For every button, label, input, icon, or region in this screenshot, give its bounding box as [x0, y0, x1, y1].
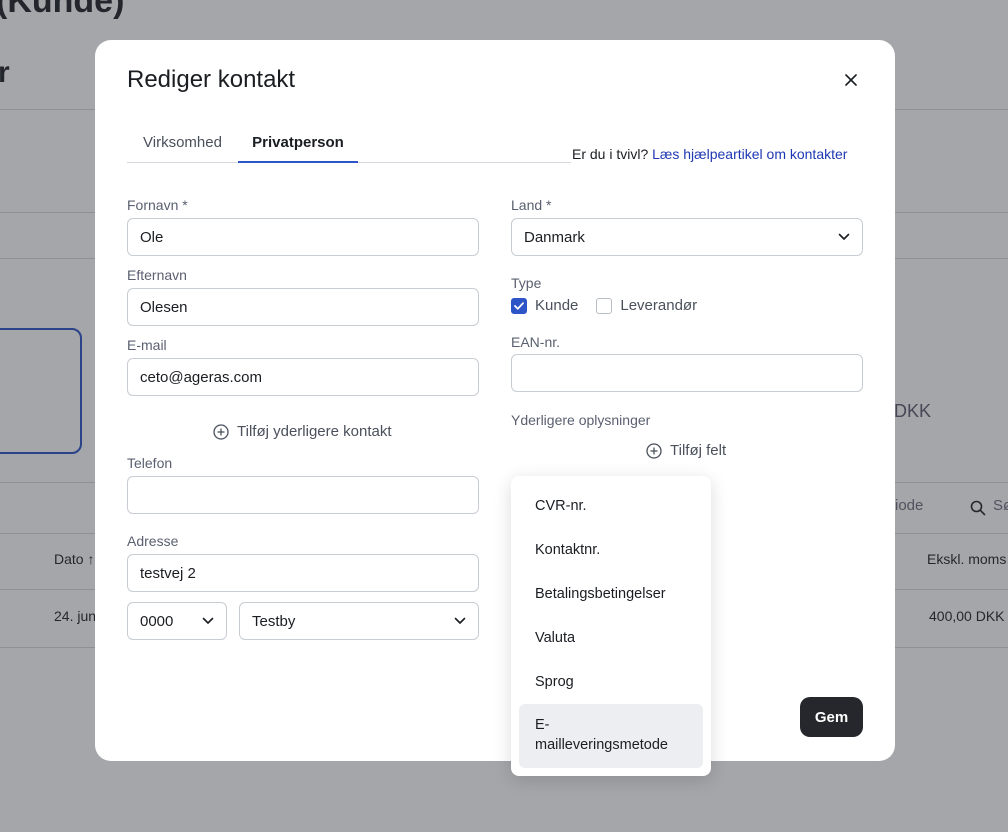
plus-circle-icon [646, 442, 662, 459]
type-options: Kunde Leverandør [511, 297, 697, 314]
dropdown-item-label-line2: mailleveringsmetode [535, 737, 668, 753]
save-button[interactable]: Gem [800, 697, 863, 737]
country-label: Land * [511, 197, 552, 213]
add-field-label: Tilføj felt [670, 442, 727, 459]
chevron-down-icon [838, 233, 850, 240]
plus-circle-icon [213, 423, 229, 440]
zip-select[interactable]: 0000 [127, 602, 227, 640]
city-value: Testby [252, 612, 296, 630]
phone-input[interactable] [127, 476, 479, 514]
email-label: E-mail [127, 337, 167, 353]
extra-info-label: Yderligere oplysninger [511, 412, 651, 428]
country-select[interactable]: Danmark [511, 218, 863, 256]
tab-company[interactable]: Virksomhed [127, 126, 238, 163]
last-name-label: Efternavn [127, 267, 187, 283]
first-name-label: Fornavn * [127, 197, 188, 213]
contact-type-tabs: Virksomhed Privatperson [127, 126, 571, 163]
add-contact-button[interactable]: Tilføj yderligere kontakt [213, 423, 392, 440]
city-select[interactable]: Testby [239, 602, 479, 640]
close-button[interactable] [837, 66, 865, 94]
dropdown-item-email-delivery-method[interactable]: E- mailleveringsmetode [519, 704, 703, 768]
zip-value: 0000 [140, 612, 174, 630]
country-value: Danmark [524, 228, 585, 246]
address-label: Adresse [127, 533, 179, 549]
dropdown-item-language[interactable]: Sprog [519, 672, 703, 692]
dropdown-item-cvr[interactable]: CVR-nr. [519, 496, 703, 516]
dropdown-item-label-line1: E- [535, 717, 550, 733]
address-input[interactable]: testvej 2 [127, 554, 479, 592]
customer-checkbox-label[interactable]: Kunde [535, 297, 578, 314]
close-icon [845, 74, 857, 86]
modal-title: Rediger kontakt [127, 66, 296, 93]
chevron-down-icon [202, 617, 214, 624]
help-article-link[interactable]: Læs hjælpeartikel om kontakter [652, 146, 847, 162]
email-input[interactable]: ceto@ageras.com [127, 358, 479, 396]
dropdown-item-payment-terms[interactable]: Betalingsbetingelser [519, 584, 703, 604]
add-contact-label: Tilføj yderligere kontakt [237, 423, 392, 440]
dropdown-item-contact-number[interactable]: Kontaktnr. [519, 540, 703, 560]
checkmark-icon [514, 301, 524, 310]
phone-label: Telefon [127, 455, 173, 471]
chevron-down-icon [454, 617, 466, 624]
supplier-checkbox-label[interactable]: Leverandør [620, 297, 697, 314]
last-name-input[interactable]: Olesen [127, 288, 479, 326]
dropdown-item-currency[interactable]: Valuta [519, 628, 703, 648]
first-name-input[interactable]: Ole [127, 218, 479, 256]
add-field-dropdown: CVR-nr. Kontaktnr. Betalingsbetingelser … [511, 476, 711, 776]
type-label: Type [511, 275, 542, 291]
supplier-checkbox[interactable] [596, 297, 613, 314]
edit-contact-modal: Rediger kontakt Virksomhed Privatperson … [95, 40, 895, 761]
help-text: Er du i tvivl? Læs hjælpeartikel om kont… [572, 146, 847, 162]
tab-private-person[interactable]: Privatperson [238, 126, 358, 163]
ean-input[interactable] [511, 354, 863, 392]
ean-label: EAN-nr. [511, 334, 561, 350]
customer-checkbox[interactable] [511, 297, 527, 314]
add-field-button[interactable]: Tilføj felt [646, 442, 726, 459]
help-question: Er du i tvivl? [572, 146, 649, 162]
